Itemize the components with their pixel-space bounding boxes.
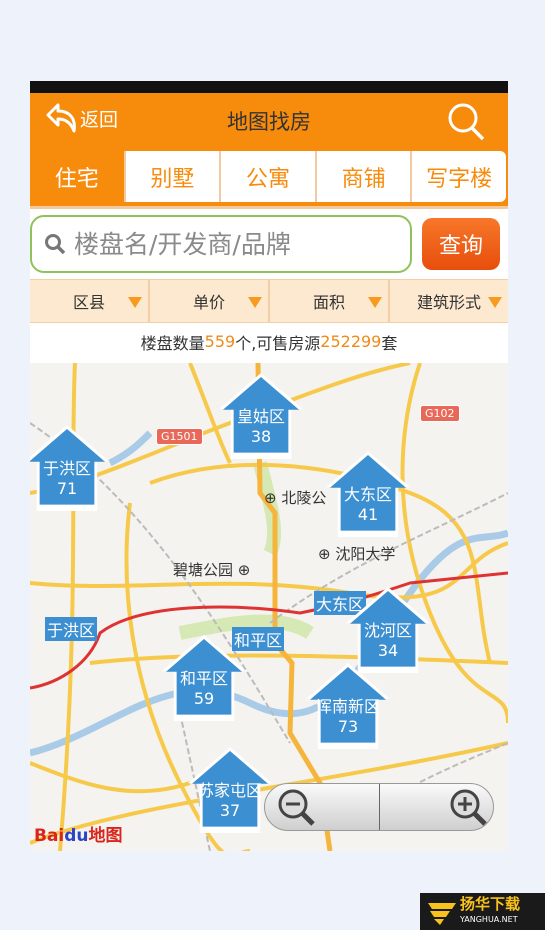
district-marker[interactable]: 和平区 59 [162, 635, 246, 721]
poi-label[interactable]: ⊕ 沈阳大学 [318, 543, 395, 564]
tab-villa[interactable]: 别墅 [123, 151, 220, 202]
zoom-control [264, 783, 494, 831]
dropdown-arrow-icon [128, 297, 142, 308]
map-view[interactable]: G1501 G102 ⊕ 北陵公 ⊕ 沈阳大学 碧塘公园 ⊕ 大东区 于洪区 和… [30, 363, 508, 851]
filter-area[interactable]: 面积 [268, 280, 388, 322]
header: 返回 地图找房 [30, 93, 508, 147]
unit-count: 252299 [320, 332, 382, 351]
poi-label[interactable]: ⊕ 北陵公 [264, 487, 326, 508]
property-type-tabs: 住宅 别墅 公寓 商铺 写字楼 [30, 147, 508, 209]
watermark-sub: YANGHUA.NET [460, 914, 518, 924]
count-suffix: 套 [381, 333, 398, 353]
dropdown-arrow-icon [488, 297, 502, 308]
baidu-map-logo: Baidu地图 [34, 826, 123, 846]
search-row: 查询 [30, 209, 508, 279]
filter-label: 建筑形式 [416, 293, 481, 312]
district-marker[interactable]: 浑南新区 73 [306, 663, 390, 749]
status-bar [30, 81, 508, 93]
district-label: 于洪区 [45, 617, 98, 641]
filter-district[interactable]: 区县 [30, 280, 148, 322]
tab-apartment[interactable]: 公寓 [219, 151, 315, 202]
filter-building-type[interactable]: 建筑形式 [388, 280, 508, 322]
highway-shield: G102 [420, 405, 460, 422]
watermark-logo-icon [428, 902, 456, 925]
filter-price[interactable]: 单价 [148, 280, 268, 322]
watermark: 扬华下载 YANGHUA.NET [420, 893, 545, 930]
dropdown-arrow-icon [248, 297, 262, 308]
filter-label: 单价 [192, 293, 225, 312]
filter-label: 区县 [72, 293, 105, 312]
dropdown-arrow-icon [368, 297, 382, 308]
zoom-in-button[interactable] [380, 784, 494, 830]
district-marker[interactable]: 皇姑区 38 [219, 373, 303, 459]
tab-residential[interactable]: 住宅 [30, 151, 124, 202]
zoom-in-icon [450, 789, 487, 826]
zoom-out-button[interactable] [265, 784, 380, 830]
tab-shop[interactable]: 商铺 [314, 151, 411, 202]
phone-screen: 返回 地图找房 住宅 别墅 公寓 商铺 写字楼 查询 区县 单价 面积 建筑形式… [30, 81, 508, 851]
zoom-out-icon [278, 789, 315, 826]
tab-office[interactable]: 写字楼 [410, 151, 506, 202]
magnifier-icon [45, 234, 66, 255]
district-marker[interactable]: 于洪区 71 [30, 425, 109, 511]
search-field [30, 215, 412, 273]
watermark-title: 扬华下载 [460, 894, 521, 913]
district-marker[interactable]: 苏家屯区 37 [188, 747, 272, 833]
filter-bar: 区县 单价 面积 建筑形式 [30, 279, 508, 323]
listing-count: 楼盘数量 559 个,可售房源 252299 套 [30, 323, 508, 360]
query-button[interactable]: 查询 [422, 218, 500, 270]
project-count: 559 [204, 332, 236, 351]
poi-label[interactable]: 碧塘公园 ⊕ [173, 559, 250, 580]
filter-label: 面积 [312, 293, 345, 312]
search-input[interactable] [74, 229, 404, 259]
district-marker[interactable]: 沈河区 34 [346, 587, 430, 673]
count-prefix: 楼盘数量 [140, 333, 205, 353]
search-icon[interactable] [446, 101, 486, 141]
district-marker[interactable]: 大东区 41 [326, 451, 410, 537]
page-title: 地图找房 [227, 110, 311, 134]
count-mid: 个,可售房源 [235, 333, 321, 353]
highway-shield: G1501 [156, 428, 203, 445]
